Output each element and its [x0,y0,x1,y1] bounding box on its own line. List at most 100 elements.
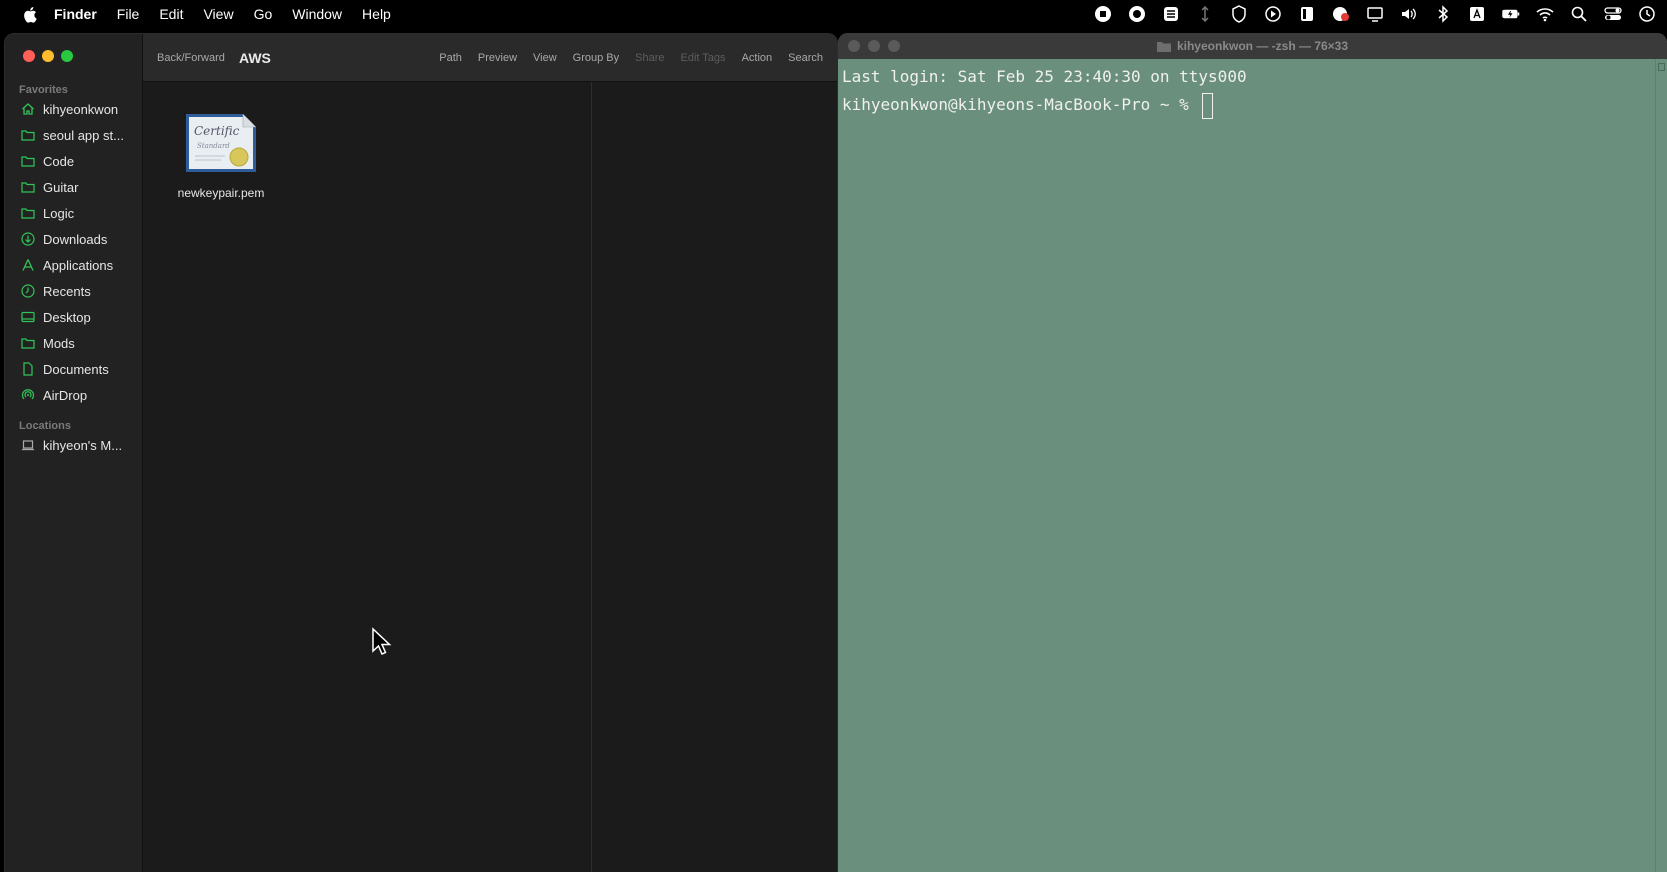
sidebar-item-airdrop[interactable]: AirDrop [21,384,133,406]
terminal-window-controls [848,40,900,52]
menu-go[interactable]: Go [254,6,273,22]
folder-icon [1156,41,1171,52]
input-source-icon[interactable] [1467,4,1487,24]
sidebar-item-desktop[interactable]: Desktop [21,306,133,328]
window-controls [23,50,73,62]
status-area [1093,0,1657,28]
terminal-output[interactable]: Last login: Sat Feb 25 23:40:30 on ttys0… [842,63,1653,872]
sidebar-item-kihyeonkwon[interactable]: kihyeonkwon [21,98,133,120]
sidebar-item-applications[interactable]: Applications [21,254,133,276]
path-button[interactable]: Path [439,52,462,64]
siri-icon[interactable] [1637,4,1657,24]
terminal-minimize-button[interactable] [868,40,880,52]
sidebar-item-label: kihyeon's M... [43,437,123,453]
sidebar-item-label: Desktop [43,309,91,325]
applications-icon [21,258,35,272]
arrows-icon[interactable] [1195,4,1215,24]
sidebar-item-downloads[interactable]: Downloads [21,228,133,250]
terminal-title-text: kihyeonkwon — -zsh — 76×33 [1176,39,1349,53]
folder-icon [21,336,35,350]
display-icon[interactable] [1365,4,1385,24]
minimize-button[interactable] [42,50,54,62]
sidebar-item-code[interactable]: Code [21,150,133,172]
sidebar-item-documents[interactable]: Documents [21,358,133,380]
sidebar-item-seoul-app[interactable]: seoul app st... [21,124,133,146]
close-button[interactable] [23,50,35,62]
sidebar-item-logic[interactable]: Logic [21,202,133,224]
wifi-icon[interactable] [1535,4,1555,24]
sidebar-item-label: Documents [43,361,109,377]
share-button[interactable]: Share [635,52,664,64]
home-icon [21,102,35,116]
sidebar-item-label: Logic [43,205,75,221]
menu-view[interactable]: View [203,6,233,22]
control-center-icon[interactable] [1603,4,1623,24]
airdrop-icon [21,388,35,402]
group-by-button[interactable]: Group By [573,52,619,64]
menu-window[interactable]: Window [292,6,342,22]
certificate-icon[interactable]: Certific Standard [181,110,261,178]
action-button[interactable]: Action [742,52,773,64]
sidebar-item-label: Code [43,153,75,169]
menu-help[interactable]: Help [362,6,391,22]
laptop-icon [21,438,35,452]
edit-tags-button[interactable]: Edit Tags [681,52,726,64]
sidebar-item-label: Downloads [43,231,108,247]
terminal-zoom-button[interactable] [888,40,900,52]
sidebar-item-label: seoul app st... [43,127,124,143]
notification-icon[interactable] [1331,4,1351,24]
search-button[interactable]: Search [788,52,823,64]
menu-file[interactable]: File [117,6,140,22]
terminal-prompt: kihyeonkwon@kihyeons-MacBook-Pro ~ % [842,95,1199,114]
terminal-scrollbar[interactable] [1655,59,1667,872]
folder-icon [21,180,35,194]
record-icon[interactable] [1093,4,1113,24]
text-cursor [1202,92,1214,119]
finder-window: Favorites kihyeonkwon seoul app st... Co… [4,33,838,872]
terminal-title: kihyeonkwon — -zsh — 76×33 [1156,39,1349,53]
menu-finder[interactable]: Finder [54,6,97,22]
finder-content: Certific Standard newkeypair.pem [143,82,837,872]
bluetooth-icon[interactable] [1433,4,1453,24]
folder-icon [21,206,35,220]
sidebar-item-recents[interactable]: Recents [21,280,133,302]
sidebar-item-guitar[interactable]: Guitar [21,176,133,198]
menu-edit[interactable]: Edit [159,6,183,22]
sidebar-item-label: Applications [43,257,114,273]
finder-sidebar: Favorites kihyeonkwon seoul app st... Co… [5,34,143,872]
zoom-button[interactable] [61,50,73,62]
shield-icon[interactable] [1229,4,1249,24]
file-name-newkeypair[interactable]: newkeypair.pem [157,186,285,200]
sidebar-item-label: Guitar [43,179,79,195]
stack-icon[interactable] [1161,4,1181,24]
finder-toolbar: Back/Forward AWS Path Preview View Group… [143,34,837,82]
folder-icon [21,128,35,142]
menu-bar: Finder File Edit View Go Window Help [0,0,1667,28]
svg-text:Certific: Certific [194,124,240,138]
preview-button[interactable]: Preview [478,52,517,64]
battery-icon[interactable] [1501,4,1521,24]
play-icon[interactable] [1263,4,1283,24]
notes-icon[interactable] [1297,4,1317,24]
back-forward-button[interactable]: Back/Forward [157,52,225,64]
terminal-prompt-line: kihyeonkwon@kihyeons-MacBook-Pro ~ % [842,91,1653,119]
sidebar-item-macbook[interactable]: kihyeon's M... [21,434,133,456]
view-button[interactable]: View [533,52,557,64]
document-icon [21,362,35,376]
terminal-close-button[interactable] [848,40,860,52]
toolbar-actions: Path Preview View Group By Share Edit Ta… [439,52,823,64]
sidebar-item-mods[interactable]: Mods [21,332,133,354]
column-divider[interactable] [591,82,592,872]
sidebar-item-label: AirDrop [43,387,88,403]
terminal-line: Last login: Sat Feb 25 23:40:30 on ttys0… [842,67,1247,86]
desktop-icon [21,310,35,324]
terminal-titlebar[interactable]: kihyeonkwon — -zsh — 76×33 [838,33,1667,59]
spotlight-icon[interactable] [1569,4,1589,24]
volume-icon[interactable] [1399,4,1419,24]
camera-icon[interactable] [1127,4,1147,24]
favorites-header: Favorites [19,84,68,96]
sidebar-item-label: Recents [43,283,91,299]
apple-icon[interactable] [20,5,38,23]
window-title: AWS [239,49,271,66]
folder-icon [21,154,35,168]
